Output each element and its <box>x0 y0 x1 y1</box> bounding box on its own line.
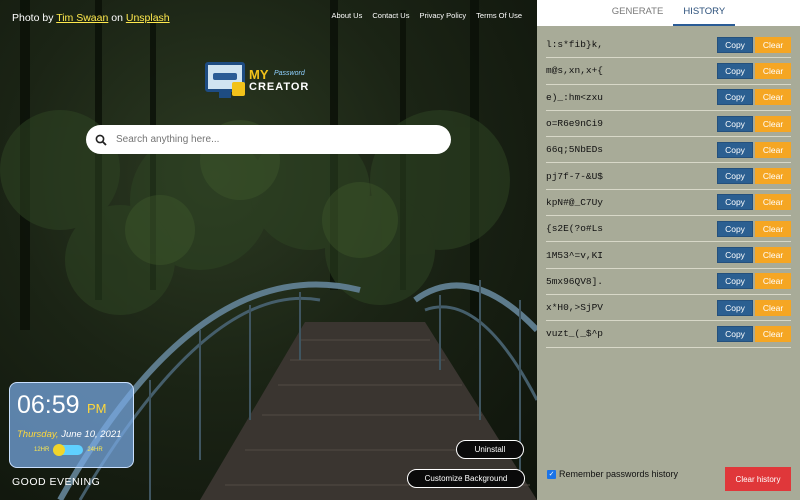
remember-label: Remember passwords history <box>559 469 679 479</box>
clear-button[interactable]: Clear <box>755 299 791 316</box>
about-us-link[interactable]: About Us <box>332 11 363 20</box>
clock-ampm: PM <box>87 401 107 416</box>
clear-button[interactable]: Clear <box>755 141 791 158</box>
copy-button[interactable]: Copy <box>717 325 753 342</box>
password-text: 5mx96QV8]. <box>546 275 604 287</box>
clock-date: Thursday, June 10, 2021 <box>17 429 121 440</box>
credit-site-link[interactable]: Unsplash <box>126 12 170 24</box>
copy-button[interactable]: Copy <box>717 194 753 211</box>
clock-date-text: June 10, 2021 <box>61 429 122 440</box>
label-12hr: 12HR <box>34 447 50 453</box>
hour-format-toggle[interactable]: 12HR 24HR <box>34 444 103 456</box>
history-row: 1M53^=v,KI Copy Clear <box>546 242 791 269</box>
clock-widget: 06:59 PM Thursday, June 10, 2021 12HR 24… <box>9 382 134 468</box>
search-input[interactable] <box>116 134 436 145</box>
clear-button[interactable]: Clear <box>755 89 791 106</box>
copy-button[interactable]: Copy <box>717 36 753 53</box>
password-text: 66q;5NbEDs <box>546 144 604 156</box>
copy-button[interactable]: Copy <box>717 89 753 106</box>
clear-button[interactable]: Clear <box>755 220 791 237</box>
password-history-list: l:s*fib}k, Copy Clear m@s,xn,x+{Copy Clear e)… <box>537 26 800 348</box>
clear-button[interactable]: Clear <box>755 273 791 290</box>
credit-prefix: Photo by <box>12 12 54 24</box>
panel-tabs: GENERATE HISTORY <box>537 0 800 26</box>
copy-button[interactable]: Copy <box>717 141 753 158</box>
password-text: e)_:hm<zxu <box>546 91 604 103</box>
password-text: vuzt_(_$^p <box>546 328 604 340</box>
copy-button[interactable]: Copy <box>717 62 753 79</box>
hour-format-switch[interactable] <box>53 444 84 456</box>
password-text: x*H0,>SjPV <box>546 302 604 314</box>
tab-generate[interactable]: GENERATE <box>602 0 674 26</box>
copy-button[interactable]: Copy <box>717 168 753 185</box>
history-row: l:s*fib}k, Copy Clear <box>546 32 791 59</box>
photo-credit: Photo by Tim Swaan on Unsplash <box>12 12 170 24</box>
copy-button[interactable]: Copy <box>717 299 753 316</box>
history-row: x*H0,>SjPV Copy Clear <box>546 295 791 322</box>
copy-button[interactable]: Copy <box>717 220 753 237</box>
clear-button[interactable]: Clear <box>755 168 791 185</box>
password-text: m@s,xn,x+{ <box>546 65 604 77</box>
history-row: kpN#@_C7Uy Copy Clear <box>546 190 791 217</box>
greeting: GOOD EVENING <box>12 476 101 488</box>
history-row: m@s,xn,x+{ Copy Clear <box>546 58 791 85</box>
remember-checkbox[interactable]: ✓ <box>547 469 556 479</box>
copy-button[interactable]: Copy <box>717 115 753 132</box>
search-bar[interactable] <box>86 125 451 154</box>
contact-us-link[interactable]: Contact Us <box>372 11 409 20</box>
clear-button[interactable]: Clear <box>755 62 791 79</box>
clear-button[interactable]: Clear <box>755 194 791 211</box>
password-text: 1M53^=v,KI <box>546 249 604 261</box>
clock-time: 06:59 <box>17 391 80 419</box>
history-row: o=R6e9nCi9 Copy Clear <box>546 111 791 138</box>
history-row: {s2E(?o#Ls Copy Clear <box>546 216 791 243</box>
copy-button[interactable]: Copy <box>717 273 753 290</box>
password-text: l:s*fib}k, <box>546 39 604 51</box>
label-24hr: 24HR <box>87 447 103 453</box>
terms-of-use-link[interactable]: Terms Of Use <box>476 11 522 20</box>
tab-history[interactable]: HISTORY <box>673 0 736 26</box>
password-text: {s2E(?o#Ls <box>546 223 604 235</box>
credit-on: on <box>111 12 123 24</box>
logo-password: Password <box>274 70 305 77</box>
uninstall-button[interactable]: Uninstall <box>456 440 524 459</box>
copy-button[interactable]: Copy <box>717 247 753 264</box>
top-links: About Us Contact Us Privacy Policy Terms… <box>332 11 523 20</box>
remember-history[interactable]: ✓ Remember passwords history <box>547 469 678 479</box>
search-icon <box>86 134 116 146</box>
clock-day: Thursday, <box>17 429 59 440</box>
clear-button[interactable]: Clear <box>755 325 791 342</box>
credit-author-link[interactable]: Tim Swaan <box>56 12 108 24</box>
app-logo: MY Password CREATOR <box>205 62 330 104</box>
logo-creator: CREATOR <box>249 81 310 93</box>
password-text: o=R6e9nCi9 <box>546 118 604 130</box>
clear-button[interactable]: Clear <box>755 36 791 53</box>
logo-my: MY <box>249 67 269 82</box>
clear-button[interactable]: Clear <box>755 247 791 264</box>
history-row: e)_:hm<zxu Copy Clear <box>546 85 791 111</box>
history-row: 5mx96QV8]. Copy Clear <box>546 269 791 295</box>
clear-history-button[interactable]: Clear history <box>725 467 791 491</box>
password-text: kpN#@_C7Uy <box>546 196 604 208</box>
privacy-policy-link[interactable]: Privacy Policy <box>419 11 466 20</box>
history-row: vuzt_(_$^p Copy Clear <box>546 321 791 348</box>
history-panel: GENERATE HISTORY l:s*fib}k, Copy Clear m@s,… <box>537 0 800 500</box>
lock-icon <box>232 82 245 96</box>
clear-button[interactable]: Clear <box>755 115 791 132</box>
history-row: pj7f-7-&U$ Copy Clear <box>546 163 791 190</box>
password-text: pj7f-7-&U$ <box>546 170 604 182</box>
customize-background-button[interactable]: Customize Background <box>407 469 525 488</box>
history-row: 66q;5NbEDs Copy Clear <box>546 137 791 164</box>
